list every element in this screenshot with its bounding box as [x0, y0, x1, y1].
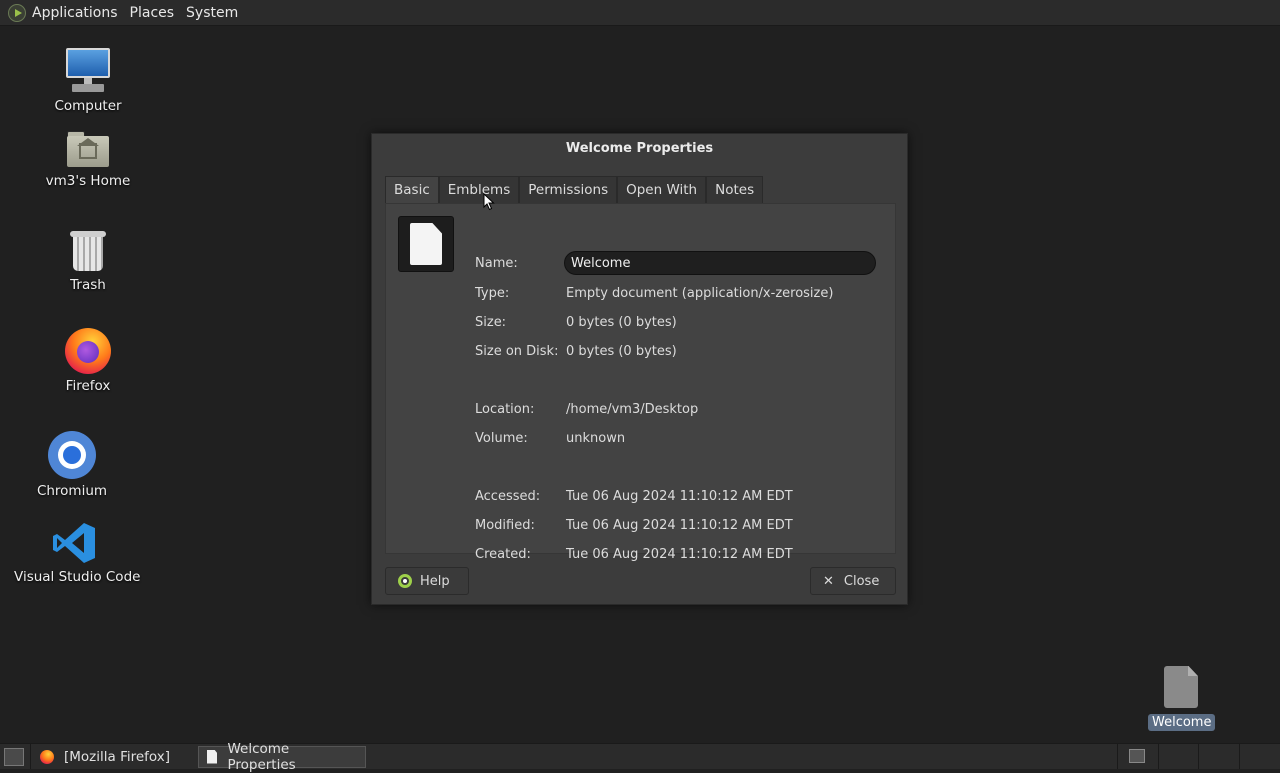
desktop-icon-label: Firefox: [65, 378, 111, 394]
document-icon: [410, 223, 442, 265]
desktop-icon-chromium[interactable]: Chromium: [12, 431, 132, 499]
type-value: Empty document (application/x-zerosize): [566, 286, 834, 301]
show-desktop-icon[interactable]: [4, 747, 24, 766]
chromium-icon: [48, 431, 96, 479]
desktop-icon-firefox[interactable]: Firefox: [28, 328, 148, 394]
desktop-icon-label: Trash: [70, 277, 106, 293]
size-value: 0 bytes (0 bytes): [566, 315, 677, 330]
size-on-disk-value: 0 bytes (0 bytes): [566, 344, 677, 359]
top-panel: Applications Places System: [0, 0, 1280, 26]
desktop-icon-computer[interactable]: Computer: [28, 46, 148, 114]
firefox-icon: [65, 328, 111, 374]
places-menu[interactable]: Places: [124, 0, 181, 25]
applications-menu-label: Applications: [32, 4, 118, 21]
name-label: Name:: [475, 256, 518, 271]
dialog-tabs: Basic Emblems Permissions Open With Note…: [385, 176, 764, 204]
panel-separator: [1158, 744, 1159, 769]
home-folder-icon: [65, 129, 111, 169]
system-menu-label: System: [186, 4, 239, 21]
system-menu[interactable]: System: [180, 0, 244, 25]
properties-dialog: Welcome Properties Basic Emblems Permiss…: [371, 133, 908, 605]
panel-separator: [1239, 744, 1240, 769]
location-label: Location:: [475, 402, 535, 417]
bottom-panel: [Mozilla Firefox] Welcome Properties: [0, 741, 1280, 773]
document-icon: [207, 749, 218, 764]
modified-value: Tue 06 Aug 2024 11:10:12 AM EDT: [566, 518, 793, 533]
tab-basic[interactable]: Basic: [385, 176, 439, 204]
help-button-label: Help: [420, 573, 450, 589]
desktop-icon-vscode[interactable]: Visual Studio Code: [14, 521, 141, 585]
panel-separator: [30, 744, 31, 769]
panel-separator: [1117, 744, 1118, 769]
computer-icon: [64, 46, 112, 94]
tab-permissions[interactable]: Permissions: [519, 176, 618, 203]
desktop-icon-label: Visual Studio Code: [14, 569, 141, 585]
desktop-icon-label: Chromium: [36, 483, 108, 499]
size-label: Size:: [475, 315, 507, 330]
desktop-icon-label: Computer: [54, 98, 122, 114]
panel-separator: [1198, 744, 1199, 769]
accessed-value: Tue 06 Aug 2024 11:10:12 AM EDT: [566, 489, 793, 504]
trash-icon: [69, 229, 107, 273]
help-button[interactable]: Help: [385, 567, 469, 595]
volume-label: Volume:: [475, 431, 528, 446]
applications-menu[interactable]: Applications: [0, 0, 124, 25]
tab-open-with[interactable]: Open With: [617, 176, 707, 203]
desktop-icon-home[interactable]: vm3's Home: [28, 129, 148, 189]
accessed-label: Accessed:: [475, 489, 541, 504]
desktop-icon-label: vm3's Home: [45, 173, 131, 189]
name-field[interactable]: [564, 251, 876, 275]
created-value: Tue 06 Aug 2024 11:10:12 AM EDT: [566, 547, 793, 562]
desktop-file-welcome[interactable]: Welcome: [1148, 666, 1216, 731]
basic-tab-panel: Name: Type: Empty document (application/…: [385, 203, 896, 562]
mouse-cursor-icon: [483, 193, 495, 211]
size-on-disk-label: Size on Disk:: [475, 344, 559, 359]
mate-logo-icon: [8, 3, 26, 22]
volume-value: unknown: [566, 431, 626, 446]
firefox-icon: [40, 749, 54, 764]
close-button[interactable]: ✕ Close: [810, 567, 896, 595]
modified-label: Modified:: [475, 518, 535, 533]
close-icon: ✕: [823, 573, 834, 589]
desktop-file-label: Welcome: [1148, 714, 1216, 731]
tab-emblems[interactable]: Emblems: [438, 176, 520, 203]
created-label: Created:: [475, 547, 531, 562]
file-icon-button[interactable]: [398, 216, 454, 272]
location-value: /home/vm3/Desktop: [566, 402, 699, 417]
desktop-icon-trash[interactable]: Trash: [28, 229, 148, 293]
help-icon: [398, 574, 412, 588]
places-menu-label: Places: [129, 4, 175, 21]
close-button-label: Close: [843, 573, 880, 589]
vscode-icon: [51, 521, 97, 565]
type-label: Type:: [475, 286, 510, 301]
document-icon: [1164, 666, 1198, 708]
workspace-switcher[interactable]: [1129, 749, 1145, 763]
dialog-title: Welcome Properties: [565, 141, 714, 156]
taskbar-item-welcome-properties[interactable]: Welcome Properties: [198, 741, 366, 773]
taskbar-item-firefox[interactable]: [Mozilla Firefox]: [32, 746, 198, 768]
tab-notes[interactable]: Notes: [706, 176, 764, 203]
taskbar-item-label: [Mozilla Firefox]: [64, 748, 171, 765]
